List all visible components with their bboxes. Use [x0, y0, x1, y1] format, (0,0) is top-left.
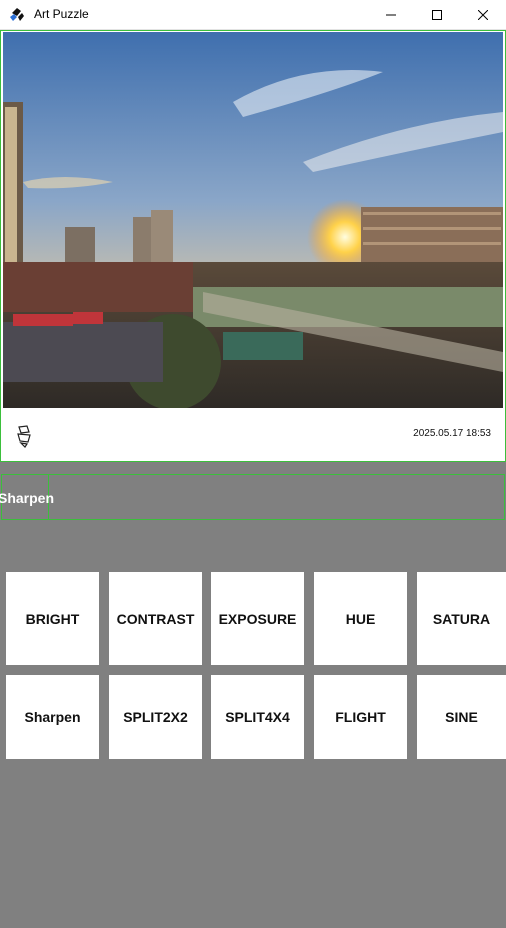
city-sunset-photo: [3, 32, 503, 408]
effect-bright-button[interactable]: BRIGHT: [6, 572, 99, 665]
effect-contrast-button[interactable]: CONTRAST: [109, 572, 202, 665]
maximize-button[interactable]: [414, 0, 460, 30]
effect-exposure-button[interactable]: EXPOSURE: [211, 572, 304, 665]
effect-hue-button[interactable]: HUE: [314, 572, 407, 665]
maximize-icon: [432, 10, 442, 20]
photo-timestamp: 2025.05.17 18:53: [413, 428, 491, 439]
effect-flight-button[interactable]: FLIGHT: [314, 675, 407, 759]
photo-card: 2025.05.17 18:53: [0, 30, 506, 462]
minimize-button[interactable]: [368, 0, 414, 30]
signature-stamp-icon: [17, 425, 31, 448]
close-button[interactable]: [460, 0, 506, 30]
effect-saturation-button[interactable]: SATURA: [417, 572, 506, 665]
app-logo-icon: [10, 8, 24, 21]
window-title: Art Puzzle: [34, 7, 89, 21]
close-icon: [478, 10, 488, 20]
effect-split4x4-button[interactable]: SPLIT4X4: [211, 675, 304, 759]
effect-sharpen-button[interactable]: Sharpen: [6, 675, 99, 759]
selected-effect-label: Sharpen: [0, 490, 55, 506]
effect-split2x2-button[interactable]: SPLIT2X2: [109, 675, 202, 759]
selected-effects-bar: Sharpen: [0, 474, 505, 520]
title-bar: Art Puzzle: [0, 0, 506, 30]
minimize-icon: [386, 14, 396, 16]
effect-sine-button[interactable]: SINE: [417, 675, 506, 759]
